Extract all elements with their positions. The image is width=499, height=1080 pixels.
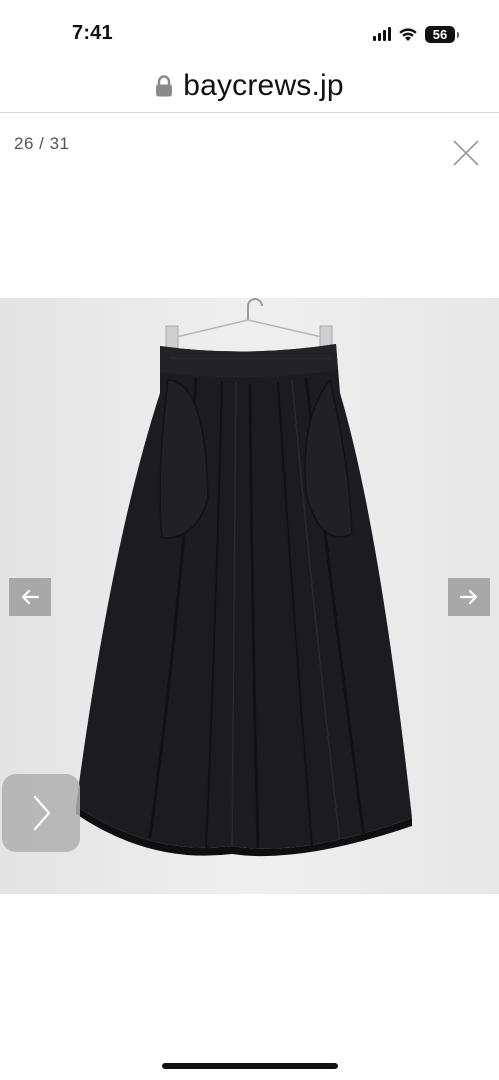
status-time: 7:41 <box>72 22 113 44</box>
prev-image-button[interactable] <box>9 578 51 616</box>
battery-level: 56 <box>432 26 448 42</box>
lock-icon <box>156 75 173 97</box>
home-indicator[interactable] <box>162 1063 338 1069</box>
page-counter: 26 / 31 <box>14 134 70 153</box>
url-bar[interactable]: baycrews.jp <box>0 60 499 112</box>
battery-icon: 56 <box>425 25 459 43</box>
float-next-button[interactable] <box>2 774 80 852</box>
wifi-icon <box>399 27 417 41</box>
url-divider <box>0 112 499 113</box>
arrow-right-icon <box>459 589 478 605</box>
status-icons: 56 <box>373 24 459 44</box>
chevron-right-icon <box>33 795 51 831</box>
close-button[interactable] <box>451 138 481 168</box>
next-image-button[interactable] <box>448 578 490 616</box>
close-icon <box>453 140 479 166</box>
signal-icon <box>373 27 391 41</box>
url-text[interactable]: baycrews.jp <box>183 69 344 103</box>
status-bar: 7:41 56 <box>0 0 499 60</box>
arrow-left-icon <box>21 589 40 605</box>
